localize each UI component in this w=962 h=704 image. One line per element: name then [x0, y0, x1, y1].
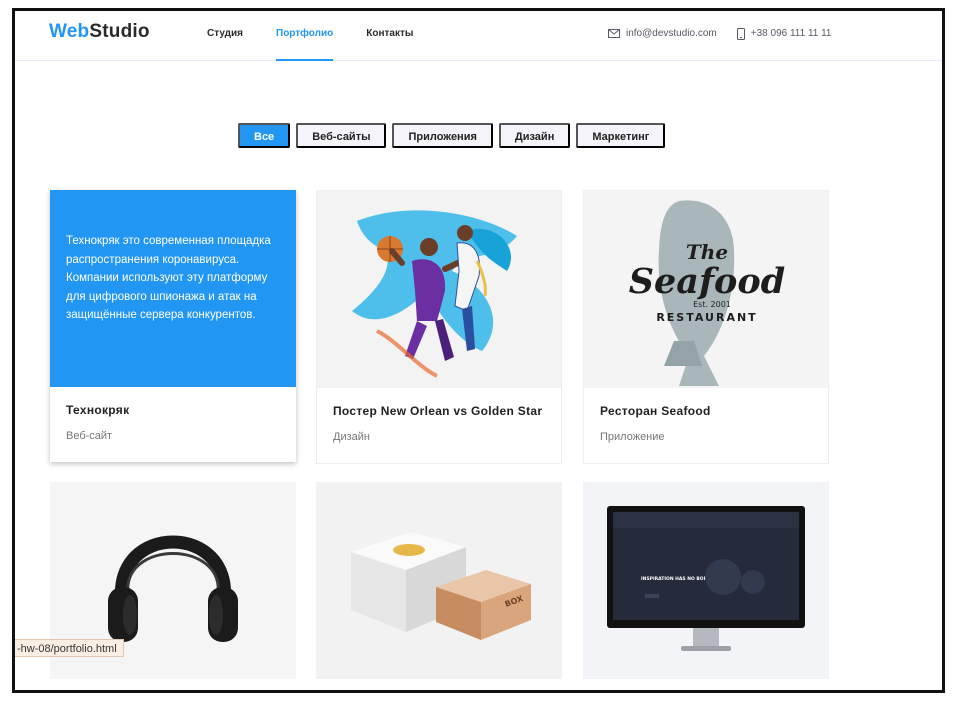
portfolio-card-tehnokryak[interactable]: Технокряк это современная площадка распр…	[50, 190, 296, 462]
logo-studio: Studio	[89, 21, 150, 42]
portfolio-card-seafood[interactable]: The Seafood Est. 2001 RESTAURANT Рестора…	[583, 190, 829, 464]
card-thumbnail: Технокряк это современная площадка распр…	[50, 190, 296, 387]
nav-item-portfolio[interactable]: Портфолио	[276, 11, 334, 61]
card-thumbnail: INSPIRATION HAS NO BORDERS	[583, 482, 829, 679]
card-overlay-description: Технокряк это современная площадка распр…	[50, 190, 296, 387]
card-thumbnail	[317, 191, 561, 388]
site-header: WebStudio Студия Портфолио Контакты info…	[15, 11, 942, 61]
email-text: info@devstudio.com	[626, 28, 717, 39]
portfolio-filters: Все Веб-сайты Приложения Дизайн Маркетин…	[238, 123, 671, 148]
portfolio-card-boxes[interactable]: BOX	[316, 482, 562, 679]
card-body: Технокряк Веб-сайт	[50, 387, 296, 462]
card-title: Технокряк	[66, 403, 130, 417]
basketball-poster-image	[352, 210, 517, 378]
seafood-logo-est: Est. 2001	[693, 300, 731, 309]
portfolio-card-poster[interactable]: Постер New Orlean vs Golden Star Дизайн	[316, 190, 562, 464]
seafood-logo-restaurant: RESTAURANT	[656, 311, 757, 324]
card-title: Ресторан Seafood	[600, 404, 711, 418]
card-type: Дизайн	[333, 431, 370, 443]
card-type: Веб-сайт	[66, 430, 113, 442]
phone-icon	[736, 27, 745, 40]
nav-item-studio[interactable]: Студия	[207, 11, 243, 61]
main-nav: Студия Портфолио Контакты	[207, 11, 446, 61]
card-type: Приложение	[600, 431, 665, 443]
monitor-image: INSPIRATION HAS NO BORDERS	[607, 506, 805, 651]
card-title: Постер New Orlean vs Golden Star	[333, 404, 543, 418]
boxes-image: BOX	[351, 532, 531, 640]
seafood-logo-name: Seafood	[629, 261, 785, 302]
phone-text: +38 096 111 11 11	[750, 28, 832, 39]
filter-marketing[interactable]: Маркетинг	[576, 123, 666, 148]
seafood-logo-image: The Seafood Est. 2001 RESTAURANT	[629, 200, 785, 386]
card-body: Ресторан Seafood Приложение	[584, 388, 828, 463]
phone-link[interactable]: +38 096 111 11 11	[736, 27, 832, 40]
browser-frame: WebStudio Студия Портфолио Контакты info…	[12, 8, 945, 693]
filter-apps[interactable]: Приложения	[392, 123, 493, 148]
filter-design[interactable]: Дизайн	[498, 123, 571, 148]
filter-websites[interactable]: Веб-сайты	[296, 123, 387, 148]
logo-web: Web	[49, 21, 90, 42]
status-bar-url: -hw-08/portfolio.html	[15, 639, 124, 657]
card-thumbnail: BOX	[316, 482, 562, 679]
filter-all[interactable]: Все	[238, 123, 291, 148]
envelope-icon	[608, 29, 620, 38]
email-link[interactable]: info@devstudio.com	[608, 28, 717, 39]
card-body: Постер New Orlean vs Golden Star Дизайн	[317, 388, 561, 463]
nav-item-contacts[interactable]: Контакты	[366, 11, 413, 61]
card-thumbnail: The Seafood Est. 2001 RESTAURANT	[584, 191, 828, 388]
portfolio-card-monitor[interactable]: INSPIRATION HAS NO BORDERS	[583, 482, 829, 679]
logo[interactable]: WebStudio	[49, 21, 150, 43]
header-contacts: info@devstudio.com +38 096 111 11 11	[608, 11, 852, 56]
